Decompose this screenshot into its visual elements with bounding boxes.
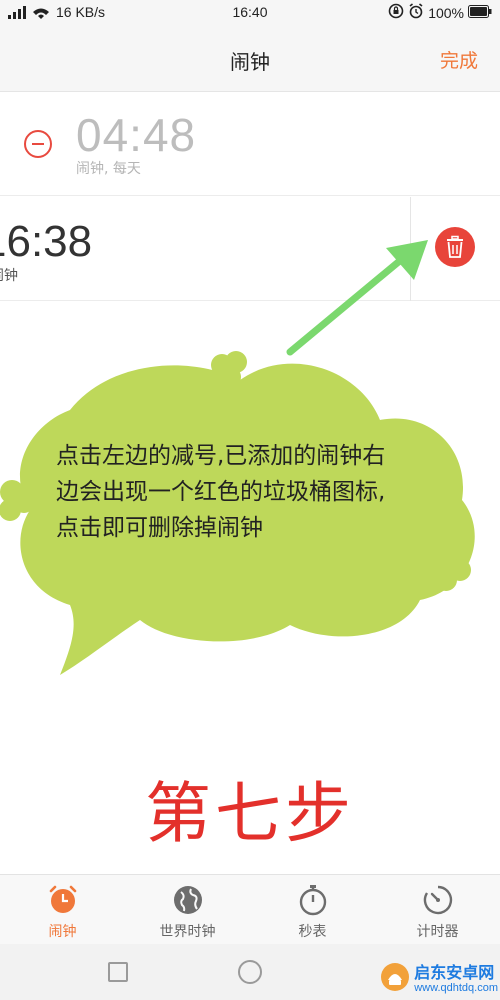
- home-icon[interactable]: [238, 960, 262, 984]
- tab-stopwatch[interactable]: 秒表: [250, 875, 375, 944]
- remove-alarm-icon[interactable]: [24, 130, 52, 158]
- battery-level: 100%: [428, 5, 464, 21]
- watermark: 启东安卓网 www.qdhtdq.com: [380, 962, 498, 996]
- rotation-lock-icon: [388, 3, 404, 23]
- tab-label: 秒表: [298, 924, 327, 940]
- alarm-time: 16:38: [0, 217, 93, 266]
- tab-timer[interactable]: 计时器: [375, 875, 500, 944]
- globe-icon: [171, 883, 205, 921]
- status-bar: 16 KB/s 16:40 100%: [0, 0, 500, 26]
- watermark-url: www.qdhtdq.com: [414, 981, 498, 994]
- step-title: 第七步: [145, 775, 355, 852]
- alarm-subtitle: 闹钟: [0, 268, 18, 284]
- alarm-clock-icon: [46, 883, 80, 921]
- tab-label: 计时器: [416, 924, 459, 940]
- alarm-subtitle: 闹钟, 每天: [76, 161, 141, 177]
- instruction-text: 点击左边的减号,已添加的闹钟右边会出现一个红色的垃圾桶图标,点击即可删除掉闹钟: [56, 443, 386, 541]
- alarm-time: 04:48: [76, 109, 197, 161]
- trash-icon[interactable]: [435, 227, 475, 267]
- alarm-status-icon: [408, 3, 424, 23]
- alarm-row[interactable]: 04:48 闹钟, 每天: [0, 92, 500, 196]
- battery-icon: [468, 4, 492, 22]
- watermark-name: 启东安卓网: [414, 962, 495, 982]
- watermark-logo-icon: [380, 962, 410, 996]
- tab-label: 世界时钟: [159, 924, 216, 940]
- recent-apps-icon[interactable]: [108, 962, 128, 982]
- tab-world-clock[interactable]: 世界时钟: [125, 875, 250, 944]
- timer-icon: [421, 883, 455, 921]
- stopwatch-icon: [296, 883, 330, 921]
- title-bar: 闹钟 完成: [0, 26, 500, 92]
- done-button[interactable]: 完成: [440, 46, 478, 73]
- tab-label: 闹钟: [48, 924, 77, 940]
- tab-alarm[interactable]: 闹钟: [0, 875, 125, 944]
- bottom-tab-bar: 闹钟 世界时钟 秒表 计时器: [0, 874, 500, 944]
- page-title: 闹钟: [230, 50, 270, 74]
